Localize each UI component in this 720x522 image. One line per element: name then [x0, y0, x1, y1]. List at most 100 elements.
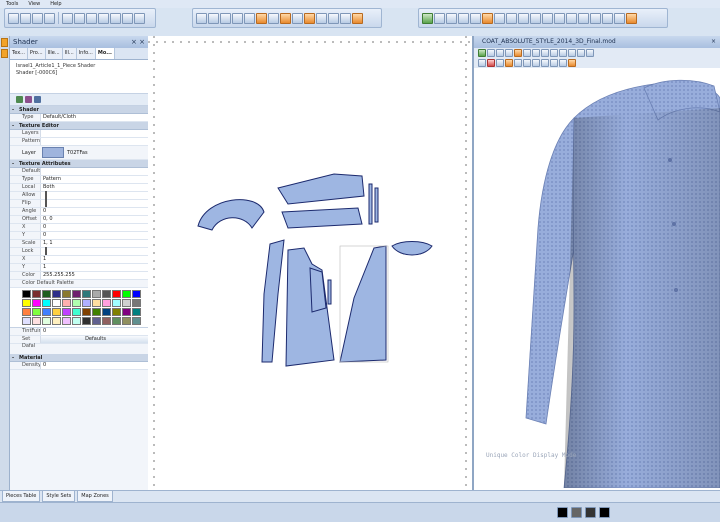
redo-icon[interactable] — [44, 12, 55, 24]
paste-icon[interactable] — [86, 12, 97, 24]
zoom-view-icon[interactable] — [586, 49, 594, 57]
color-swatch[interactable] — [62, 299, 71, 307]
rotate-icon[interactable] — [134, 12, 145, 24]
texture-layer-row[interactable]: Layer T02TFas — [10, 146, 148, 160]
color-swatch[interactable] — [102, 299, 111, 307]
sew-icon[interactable] — [541, 59, 549, 67]
export-icon[interactable] — [568, 49, 576, 57]
apply-icon[interactable] — [34, 96, 41, 103]
color-swatch[interactable] — [42, 317, 51, 325]
move-icon[interactable] — [122, 12, 133, 24]
prop-value[interactable]: 1 — [40, 256, 148, 263]
section-texture-attributes[interactable]: Texture Attributes — [10, 160, 148, 168]
stop-icon[interactable] — [434, 12, 445, 24]
menu-help[interactable]: Help — [50, 1, 61, 7]
color-swatch[interactable] — [92, 308, 101, 316]
wire-icon[interactable] — [550, 49, 558, 57]
list-icon[interactable] — [232, 12, 243, 24]
color-swatch[interactable] — [52, 299, 61, 307]
rotate-view-icon[interactable] — [559, 59, 567, 67]
checkbox[interactable] — [45, 247, 47, 255]
status-icon[interactable] — [557, 507, 568, 518]
color-swatch[interactable] — [82, 308, 91, 316]
checkbox[interactable] — [45, 199, 47, 207]
color-value[interactable]: 255.255.255 — [40, 272, 148, 279]
section-texture-editor[interactable]: Texture Editor — [10, 122, 148, 130]
tab-texture[interactable]: Tex... — [10, 48, 28, 59]
rotate-view-icon[interactable] — [602, 12, 613, 24]
wire-icon[interactable] — [566, 12, 577, 24]
cloth-icon[interactable] — [506, 12, 517, 24]
pin-icon[interactable] — [541, 49, 549, 57]
tab-pieces-table[interactable]: Pieces Table — [2, 491, 41, 502]
fit-icon[interactable] — [523, 59, 531, 67]
tab-illumination[interactable]: Ille... — [45, 48, 63, 59]
layout-icon[interactable] — [196, 12, 207, 24]
dock-tab-icon[interactable] — [1, 49, 8, 58]
simulate-icon[interactable] — [304, 12, 315, 24]
prop-value[interactable]: 0 — [40, 224, 148, 231]
color-swatch[interactable] — [62, 308, 71, 316]
pattern-canvas[interactable] — [148, 36, 472, 490]
pin-icon[interactable] — [518, 12, 529, 24]
prop-value[interactable]: Pattern — [40, 176, 148, 183]
prop-value[interactable] — [40, 199, 148, 207]
prop-value[interactable] — [40, 191, 148, 199]
color-swatch[interactable] — [112, 308, 121, 316]
export-icon[interactable] — [590, 12, 601, 24]
render-icon[interactable] — [340, 12, 351, 24]
color-swatch[interactable] — [72, 290, 81, 298]
sew-icon[interactable] — [316, 12, 327, 24]
texture-swatch[interactable] — [42, 147, 64, 158]
tab-properties[interactable]: Pro... — [27, 48, 46, 59]
color-swatch[interactable] — [52, 317, 61, 325]
cloth-icon[interactable] — [532, 49, 540, 57]
color-swatch[interactable] — [132, 317, 141, 325]
prop-value[interactable]: 0 — [40, 232, 148, 239]
shader-icon[interactable] — [280, 12, 291, 24]
type-value[interactable]: Default/Cloth — [40, 114, 148, 121]
status-icon[interactable] — [585, 507, 596, 518]
prop-value[interactable]: Both — [40, 184, 148, 191]
color-swatch[interactable] — [82, 317, 91, 325]
color-swatch[interactable] — [52, 290, 61, 298]
tile-icon[interactable] — [244, 12, 255, 24]
measure-icon[interactable] — [268, 12, 279, 24]
texture-view-icon[interactable] — [577, 49, 585, 57]
copy-icon[interactable] — [74, 12, 85, 24]
light-icon[interactable] — [482, 12, 493, 24]
select-icon[interactable] — [110, 12, 121, 24]
render-icon[interactable] — [550, 59, 558, 67]
tab-map-zones[interactable]: Map Zones — [77, 491, 113, 502]
checkbox[interactable] — [45, 191, 47, 199]
color-swatch[interactable] — [22, 317, 31, 325]
dock-tab-icon[interactable] — [1, 38, 8, 47]
seam-icon[interactable] — [542, 12, 553, 24]
color-swatch[interactable] — [62, 290, 71, 298]
color-swatch[interactable] — [102, 308, 111, 316]
color-swatch[interactable] — [32, 317, 41, 325]
marker-icon[interactable] — [505, 59, 513, 67]
color-swatch[interactable] — [102, 317, 111, 325]
layers-value[interactable] — [40, 130, 148, 137]
measure-icon[interactable] — [496, 59, 504, 67]
color-swatch[interactable] — [82, 299, 91, 307]
color-swatch[interactable] — [42, 308, 51, 316]
solid-icon[interactable] — [559, 49, 567, 57]
seam-icon[interactable] — [514, 59, 522, 67]
marker-icon[interactable] — [256, 12, 267, 24]
color-swatch[interactable] — [52, 308, 61, 316]
3d-garment-render[interactable] — [474, 68, 720, 488]
avatar-icon[interactable] — [494, 12, 505, 24]
avatar-icon[interactable] — [523, 49, 531, 57]
defaults-value[interactable] — [40, 168, 148, 175]
step-icon[interactable] — [446, 12, 457, 24]
color-swatch[interactable] — [32, 308, 41, 316]
shader-icon[interactable] — [568, 59, 576, 67]
close-icon[interactable]: × × — [131, 38, 145, 46]
color-swatch[interactable] — [112, 290, 121, 298]
select-icon[interactable] — [478, 59, 486, 67]
tab-style-sets[interactable]: Style Sets — [42, 491, 76, 502]
fabric-icon[interactable] — [292, 12, 303, 24]
solid-icon[interactable] — [578, 12, 589, 24]
